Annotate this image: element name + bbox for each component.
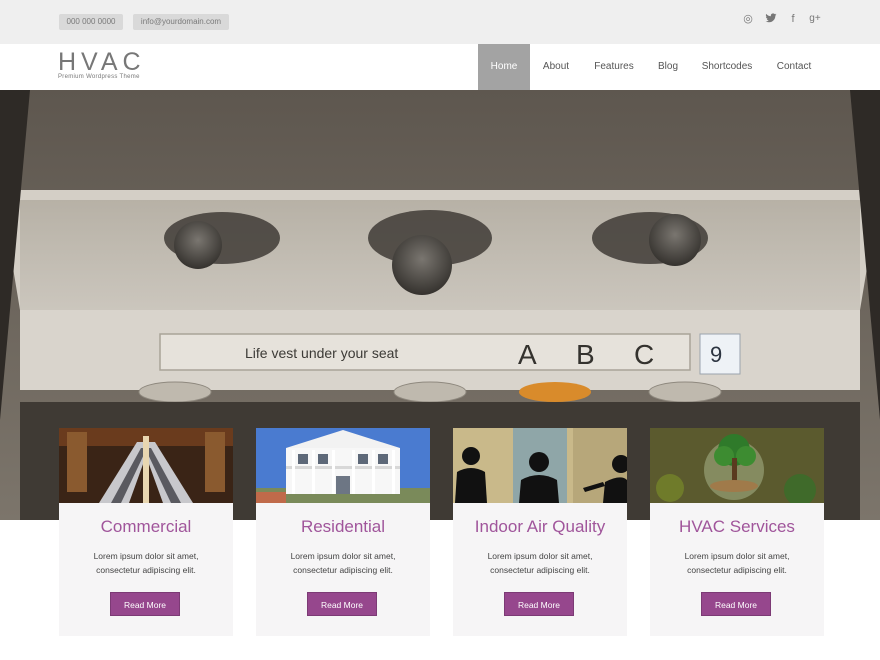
seat-letter-a: A: [518, 339, 537, 370]
read-more-button[interactable]: Read More: [110, 592, 180, 616]
site-logo[interactable]: HVAC Premium Wordpress Theme: [58, 50, 146, 81]
card-text: Lorem ipsum dolor sit amet, consectetur …: [684, 551, 790, 575]
logo-title: HVAC: [58, 48, 146, 76]
card-text: Lorem ipsum dolor sit amet, consectetur …: [93, 551, 199, 575]
card-text: Lorem ipsum dolor sit amet, consectetur …: [290, 551, 396, 575]
nav-contact[interactable]: Contact: [769, 44, 819, 90]
row-number: 9: [710, 342, 722, 367]
card-title: Indoor Air Quality: [474, 517, 606, 536]
card-title: HVAC Services: [679, 517, 795, 536]
nav-home[interactable]: Home: [478, 44, 530, 90]
card-indoor-air-quality: Indoor Air Quality Lorem ipsum dolor sit…: [453, 428, 627, 636]
hero-sign-text: Life vest under your seat: [245, 345, 398, 361]
card-image-escalators: [59, 428, 233, 503]
card-image-tree-bulb: [650, 428, 824, 503]
card-title: Commercial: [100, 517, 192, 536]
facebook-icon[interactable]: f: [786, 12, 800, 26]
nav-shortcodes[interactable]: Shortcodes: [696, 44, 758, 90]
card-commercial: Commercial Lorem ipsum dolor sit amet, c…: [59, 428, 233, 636]
card-hvac-services: HVAC Services Lorem ipsum dolor sit amet…: [650, 428, 824, 636]
google-plus-icon[interactable]: g+: [808, 12, 822, 26]
read-more-button[interactable]: Read More: [701, 592, 771, 616]
nav-about[interactable]: About: [535, 44, 577, 90]
seat-letter-c: C: [634, 339, 654, 370]
card-title: Residential: [300, 517, 386, 536]
nav-blog[interactable]: Blog: [651, 44, 685, 90]
read-more-button[interactable]: Read More: [504, 592, 574, 616]
top-bar: 000 000 0000 info@yourdomain.com ◎ f g+: [0, 0, 880, 44]
logo-tagline: Premium Wordpress Theme: [58, 74, 140, 80]
card-image-business-people: [453, 428, 627, 503]
phone-number[interactable]: 000 000 0000: [59, 14, 123, 30]
dribbble-icon[interactable]: ◎: [741, 12, 755, 26]
read-more-button[interactable]: Read More: [307, 592, 377, 616]
card-image-house: [256, 428, 430, 503]
seat-letter-b: B: [576, 339, 595, 370]
twitter-icon[interactable]: [764, 12, 778, 26]
nav-features[interactable]: Features: [588, 44, 640, 90]
card-text: Lorem ipsum dolor sit amet, consectetur …: [487, 551, 593, 575]
email-address[interactable]: info@yourdomain.com: [133, 14, 229, 30]
card-residential: Residential Lorem ipsum dolor sit amet, …: [256, 428, 430, 636]
